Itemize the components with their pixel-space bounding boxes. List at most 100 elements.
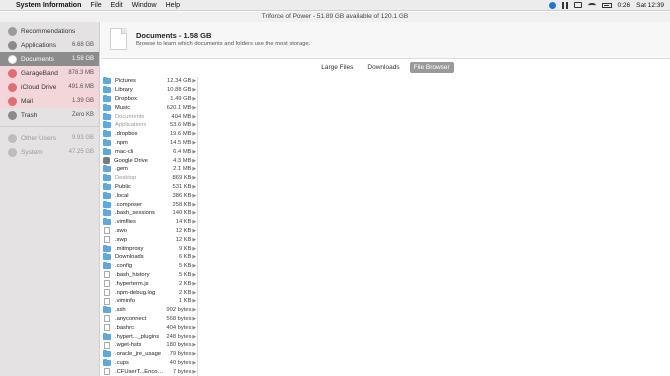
file-row[interactable]: Desktop 869 KB ▶	[101, 174, 197, 183]
wifi-icon[interactable]	[587, 2, 596, 8]
file-row[interactable]: .dropbox 19.6 MB ▶	[101, 130, 197, 139]
disclosure-arrow-icon[interactable]: ▶	[192, 131, 197, 137]
file-row[interactable]: .hyperterm.js 2 KB ▶	[101, 279, 197, 288]
file-row[interactable]: Public 531 KB ▶	[101, 182, 197, 192]
disclosure-arrow-icon[interactable]: ▶	[192, 369, 197, 375]
file-row[interactable]: .anyconnect 568 bytes ▶	[101, 315, 197, 324]
file-row[interactable]: mac-cli 6.4 MB ▶	[101, 147, 197, 156]
folder-icon	[103, 94, 111, 102]
file-row[interactable]: .composer 258 KB ▶	[101, 200, 197, 209]
disclosure-arrow-icon[interactable]: ▶	[192, 78, 197, 84]
file-row[interactable]: .local 386 KB ▶	[101, 191, 197, 200]
file-icon	[104, 315, 110, 323]
file-row[interactable]: Google Drive 4.3 MB ▶	[101, 156, 197, 165]
file-row[interactable]: .bash_sessions 140 KB ▶	[101, 209, 197, 218]
disclosure-arrow-icon[interactable]: ▶	[192, 87, 197, 93]
sidebar-item-icloud-drive[interactable]: iCloud Drive 491.6 MB	[0, 80, 99, 94]
disclosure-arrow-icon[interactable]: ▶	[192, 105, 197, 111]
file-row[interactable]: .CFUserT...Encoding 7 bytes ▶	[101, 367, 197, 376]
disclosure-arrow-icon[interactable]: ▶	[192, 122, 197, 128]
file-row[interactable]: .oracle_jre_usage 79 bytes ▶	[101, 350, 197, 359]
status-indicator-icon[interactable]	[548, 1, 556, 9]
folder-icon	[103, 86, 111, 94]
menu-edit[interactable]: Edit	[111, 2, 123, 9]
file-name: .oracle_jre_usage	[115, 351, 162, 358]
sidebar-item-garageband[interactable]: GarageBand 878.3 MB	[0, 66, 99, 80]
disclosure-arrow-icon[interactable]: ▶	[192, 114, 197, 120]
file-row[interactable]: Applications 53.6 MB ▶	[101, 121, 197, 130]
disclosure-arrow-icon[interactable]: ▶	[192, 351, 197, 357]
file-row[interactable]: .gem 2.1 MB ▶	[101, 165, 197, 174]
file-row[interactable]: .swp 12 KB ▶	[101, 235, 197, 244]
screen-icon[interactable]	[573, 2, 582, 8]
disclosure-arrow-icon[interactable]: ▶	[192, 140, 197, 146]
disclosure-arrow-icon[interactable]: ▶	[192, 281, 197, 287]
file-row[interactable]: .bash_history 5 KB ▶	[101, 271, 197, 280]
disclosure-arrow-icon[interactable]: ▶	[192, 202, 197, 208]
sidebar-item-applications[interactable]: Applications 6.68 GB	[0, 38, 99, 52]
file-row[interactable]: .config 5 KB ▶	[101, 262, 197, 271]
folder-icon	[103, 112, 111, 120]
disclosure-arrow-icon[interactable]: ▶	[192, 342, 197, 348]
disclosure-arrow-icon[interactable]: ▶	[192, 228, 197, 234]
file-row[interactable]: .vimfiles 14 KB ▶	[101, 218, 197, 227]
disclosure-arrow-icon[interactable]: ▶	[192, 290, 197, 296]
disclosure-arrow-icon[interactable]: ▶	[192, 254, 197, 260]
disclosure-arrow-icon[interactable]: ▶	[192, 325, 197, 331]
menu-app-name[interactable]: System Information	[16, 2, 81, 9]
file-browser-column[interactable]: Pictures 12.34 GB ▶ Library 10.88 GB ▶ Dropbox…	[101, 77, 198, 376]
file-row[interactable]: .mitmproxy 9 KB ▶	[101, 244, 197, 253]
menu-file[interactable]: File	[90, 2, 101, 9]
battery-icon[interactable]	[601, 2, 612, 8]
disclosure-arrow-icon[interactable]: ▶	[192, 307, 197, 313]
disclosure-arrow-icon[interactable]: ▶	[191, 158, 197, 164]
file-row[interactable]: Music 620.1 MB ▶	[101, 103, 197, 112]
tab-file-browser[interactable]: File Browser	[409, 62, 454, 73]
menu-window[interactable]: Window	[132, 2, 157, 9]
file-row[interactable]: .swo 12 KB ▶	[101, 227, 197, 236]
file-row[interactable]: .npm 14.5 MB ▶	[101, 138, 197, 148]
disclosure-arrow-icon[interactable]: ▶	[192, 360, 197, 366]
file-size: 6.4 MB	[173, 148, 192, 155]
tab-downloads[interactable]: Downloads	[363, 62, 403, 73]
disclosure-arrow-icon[interactable]: ▶	[192, 316, 197, 322]
tab-large-files[interactable]: Large Files	[317, 62, 357, 73]
disclosure-arrow-icon[interactable]: ▶	[192, 210, 197, 216]
sidebar-item-mail[interactable]: Mail 1.39 GB	[0, 94, 99, 108]
file-row[interactable]: .viminfo 1 KB ▶	[101, 297, 197, 306]
file-row[interactable]: Pictures 12.34 GB ▶	[101, 77, 197, 86]
disclosure-arrow-icon[interactable]: ▶	[192, 193, 197, 199]
menu-clock[interactable]: Sat 12:39	[636, 2, 664, 9]
disclosure-arrow-icon[interactable]: ▶	[192, 149, 197, 155]
pause-icon[interactable]	[561, 1, 568, 9]
file-row[interactable]: .bashrc 404 bytes ▶	[101, 323, 197, 332]
file-row[interactable]: Downloads 6 KB ▶	[101, 253, 197, 262]
file-row[interactable]: .hypert..._plugins 248 bytes ▶	[101, 332, 197, 341]
disclosure-arrow-icon[interactable]: ▶	[192, 96, 197, 102]
disclosure-arrow-icon[interactable]: ▶	[192, 246, 197, 252]
file-row[interactable]: Library 10.88 GB ▶	[101, 86, 197, 95]
sidebar-item-recommendations[interactable]: Recommendations	[0, 24, 99, 38]
file-row[interactable]: Dropbox 1.49 GB ▶	[101, 94, 197, 104]
sidebar-item-trash[interactable]: Trash Zero KB	[0, 108, 99, 122]
menu-help[interactable]: Help	[166, 2, 180, 9]
disclosure-arrow-icon[interactable]: ▶	[192, 219, 197, 225]
sidebar-item-system[interactable]: System 47.25 GB	[0, 145, 99, 159]
sidebar-item-other-users[interactable]: Other Users 9.93 GB	[0, 131, 99, 145]
file-row[interactable]: Documents 404 MB ▶	[101, 112, 197, 121]
disclosure-arrow-icon[interactable]: ▶	[192, 237, 197, 243]
file-size: 12.34 GB	[167, 78, 192, 85]
sidebar-item-documents[interactable]: Documents 1.58 GB	[0, 52, 99, 66]
disclosure-arrow-icon[interactable]: ▶	[192, 175, 197, 181]
disclosure-arrow-icon[interactable]: ▶	[192, 184, 197, 190]
file-row[interactable]: .cups 40 bytes ▶	[101, 358, 197, 368]
file-row[interactable]: .ssh 902 bytes ▶	[101, 306, 197, 315]
file-row[interactable]: .wget-hsts 180 bytes ▶	[101, 341, 197, 350]
disclosure-arrow-icon[interactable]: ▶	[192, 334, 197, 340]
disclosure-arrow-icon[interactable]: ▶	[192, 263, 197, 269]
disclosure-arrow-icon[interactable]: ▶	[192, 298, 197, 304]
disclosure-arrow-icon[interactable]: ▶	[192, 272, 197, 278]
file-row[interactable]: .npm-debug.log 2 KB ▶	[101, 288, 197, 297]
sidebar-item-size: Zero KB	[71, 112, 94, 118]
disclosure-arrow-icon[interactable]: ▶	[192, 166, 197, 172]
